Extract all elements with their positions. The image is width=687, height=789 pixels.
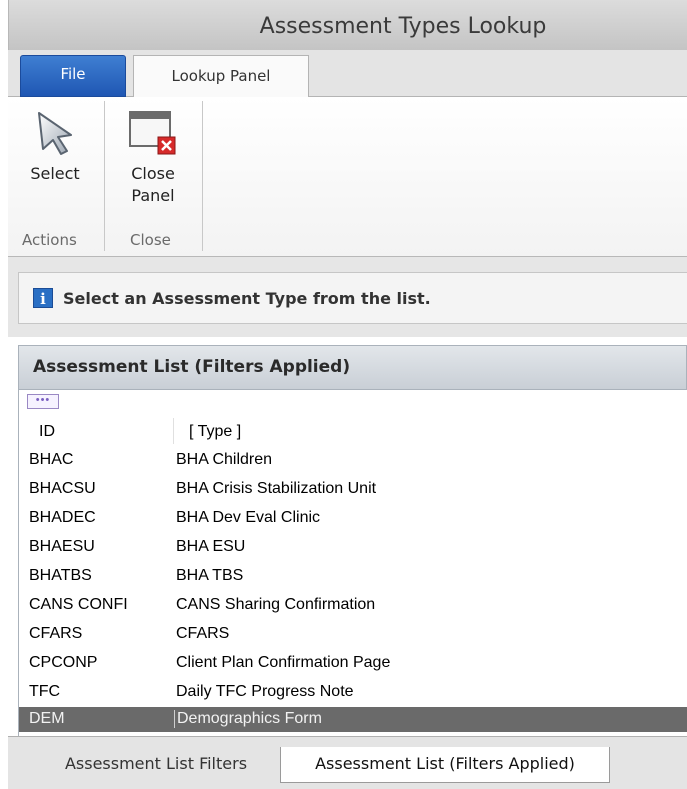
- cell-id: TFC: [29, 683, 61, 700]
- cell-type: BHA Crisis Stabilization Unit: [176, 480, 377, 497]
- table-row[interactable]: BHAC BHA Children: [19, 446, 687, 475]
- cell-type: BHA Dev Eval Clinic: [176, 509, 321, 526]
- select-label: Select: [30, 164, 80, 183]
- column-header-id[interactable]: ID: [39, 423, 55, 441]
- table-row[interactable]: BHACSU BHA Crisis Stabilization Unit: [19, 475, 687, 504]
- column-chooser-button[interactable]: •••: [27, 394, 59, 409]
- group-divider: [104, 101, 105, 251]
- table-row[interactable]: BHATBS BHA TBS: [19, 562, 687, 591]
- cell-type: CANS Sharing Confirmation: [176, 596, 376, 613]
- ribbon: Select Close Panel Actions Close: [8, 97, 687, 257]
- close-panel-button[interactable]: Close Panel: [118, 109, 188, 207]
- window-title: Assessment Types Lookup: [259, 14, 547, 39]
- assessment-grid: ••• ID [ Type ] BHAC BHA Children BHACSU…: [18, 390, 687, 736]
- panel-title: Assessment List (Filters Applied): [18, 345, 687, 390]
- grid-rows: BHAC BHA Children BHACSU BHA Crisis Stab…: [19, 446, 687, 732]
- cell-type: Demographics Form: [174, 710, 322, 728]
- cell-id: CANS CONFI: [29, 596, 128, 613]
- cell-type: BHA Children: [176, 451, 273, 468]
- close-label-line2: Panel: [131, 186, 175, 205]
- cell-type: BHA ESU: [176, 538, 246, 555]
- title-bar: Assessment Types Lookup: [8, 0, 687, 50]
- cell-type: CFARS: [176, 625, 230, 642]
- cell-type: Daily TFC Progress Note: [176, 683, 354, 700]
- cell-type: Client Plan Confirmation Page: [176, 654, 391, 671]
- cell-type: BHA TBS: [176, 567, 244, 584]
- table-row[interactable]: BHAESU BHA ESU: [19, 533, 687, 562]
- table-row[interactable]: BHADEC BHA Dev Eval Clinic: [19, 504, 687, 533]
- table-row-selected[interactable]: DEM Demographics Form: [19, 707, 687, 732]
- grid-header-row: ID [ Type ]: [19, 418, 687, 444]
- hint-strip: i Select an Assessment Type from the lis…: [8, 257, 687, 337]
- table-row[interactable]: TFC Daily TFC Progress Note: [19, 678, 687, 707]
- select-button[interactable]: Select: [20, 109, 90, 185]
- group-divider: [202, 101, 203, 251]
- table-row[interactable]: CANS CONFI CANS Sharing Confirmation: [19, 591, 687, 620]
- cursor-arrow-icon: [38, 112, 72, 155]
- tab-assessment-list-filters[interactable]: Assessment List Filters: [30, 747, 282, 783]
- cell-id: DEM: [29, 710, 65, 727]
- hint-message: i Select an Assessment Type from the lis…: [18, 272, 687, 324]
- cell-id: BHATBS: [29, 567, 92, 584]
- column-divider: [173, 418, 174, 444]
- cell-id: BHAC: [29, 451, 74, 468]
- table-row[interactable]: CPCONP Client Plan Confirmation Page: [19, 649, 687, 678]
- cell-id: BHAESU: [29, 538, 95, 555]
- close-panel-icon: [129, 111, 176, 155]
- group-label-close: Close: [130, 231, 171, 249]
- group-label-actions: Actions: [22, 231, 77, 249]
- table-row[interactable]: CFARS CFARS: [19, 620, 687, 649]
- cell-id: CFARS: [29, 625, 83, 642]
- tab-lookup-panel[interactable]: Lookup Panel: [133, 55, 309, 98]
- hint-text: Select an Assessment Type from the list.: [63, 288, 431, 308]
- close-label-line1: Close: [131, 164, 175, 183]
- bottom-tab-bar: Assessment List Filters Assessment List …: [8, 736, 687, 789]
- ribbon-tab-bar: File Lookup Panel: [8, 50, 687, 98]
- cell-id: BHADEC: [29, 509, 96, 526]
- tab-file[interactable]: File: [20, 55, 126, 97]
- info-icon: i: [33, 288, 53, 308]
- column-header-type[interactable]: [ Type ]: [189, 423, 241, 441]
- tab-assessment-list-applied[interactable]: Assessment List (Filters Applied): [280, 747, 610, 783]
- cell-id: BHACSU: [29, 480, 96, 497]
- cell-id: CPCONP: [29, 654, 98, 671]
